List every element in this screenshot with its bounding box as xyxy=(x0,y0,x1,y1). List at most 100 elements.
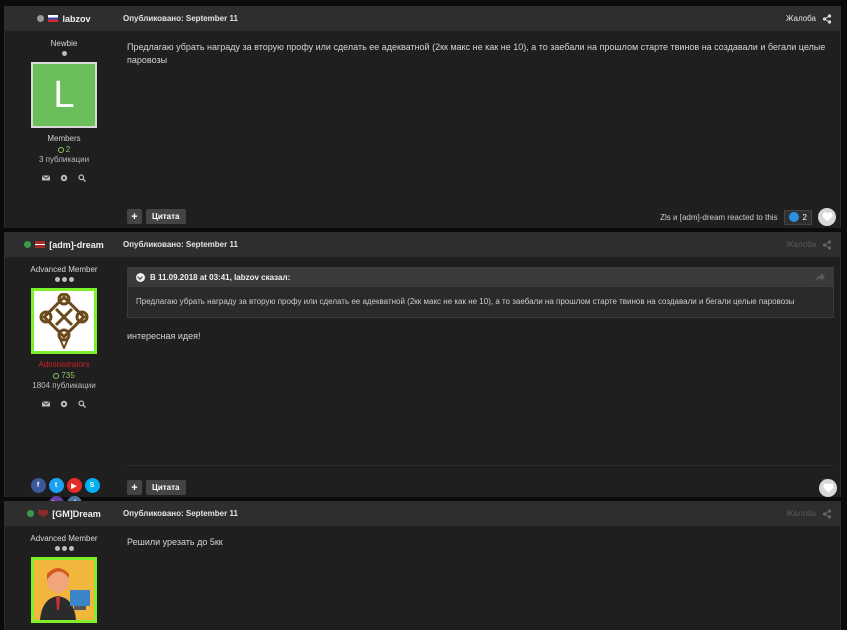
rank-pips xyxy=(61,51,67,56)
mail-icon[interactable] xyxy=(42,400,50,408)
quote-button[interactable]: Цитата xyxy=(146,480,186,495)
post-3: [GM]Dream Опубликовано: September 11 Жал… xyxy=(4,501,841,630)
share-icon[interactable] xyxy=(822,508,832,519)
rank-title: Newbie xyxy=(50,39,78,48)
flag-icon xyxy=(35,241,46,248)
reputation-icon xyxy=(57,146,64,153)
rank-pips xyxy=(54,277,74,282)
post-actions: Жалоба xyxy=(786,6,832,31)
heart-icon xyxy=(822,483,834,493)
mail-icon[interactable] xyxy=(42,174,50,182)
quote-block: В 11.09.2018 at 03:41, labzov сказал: Пр… xyxy=(127,267,834,318)
post-controls: + Цитата xyxy=(127,480,186,495)
online-status-icon xyxy=(27,510,35,517)
rank-pip xyxy=(61,277,67,282)
report-link[interactable]: Жалоба xyxy=(786,14,816,23)
author-sidebar: Newbie L Members 2 3 публикации xyxy=(5,31,123,228)
rank-pip xyxy=(54,277,60,282)
reputation: 2 xyxy=(57,145,71,154)
member-group: Administrators xyxy=(38,360,90,369)
author-sidebar: Advanced Member xyxy=(5,526,123,630)
rank-title: Advanced Member xyxy=(30,265,98,274)
rank-pips xyxy=(54,546,74,551)
post-actions: Жалоба xyxy=(786,232,832,257)
post-content: Решили урезать до 5кк xyxy=(123,526,840,630)
flag-icon xyxy=(38,510,49,517)
reputation-value: 735 xyxy=(61,371,75,380)
author-tools xyxy=(42,174,86,182)
author-sidebar: Advanced Member Administrators 735 1804 … xyxy=(5,257,123,497)
post-count: 1804 публикации xyxy=(32,381,96,390)
like-button[interactable] xyxy=(819,479,837,497)
post-date: Опубликовано: September 11 xyxy=(123,14,238,23)
post-header: [adm]-dream Опубликовано: September 11 Ж… xyxy=(5,232,840,257)
rank-title: Advanced Member xyxy=(30,534,98,543)
quote-text: Предлагаю убрать награду за вторую профу… xyxy=(136,297,795,306)
skype-icon[interactable]: S xyxy=(84,478,100,493)
reaction-count-badge[interactable]: 2 xyxy=(783,209,812,225)
reaction-count: 2 xyxy=(802,212,807,222)
online-status-icon xyxy=(37,15,45,22)
post-controls: + Цитата xyxy=(127,209,186,224)
reactions-text[interactable]: Zls и [adm]-dream reacted to this xyxy=(660,213,777,222)
post-actions: Жалоба xyxy=(786,501,832,526)
reputation-icon xyxy=(53,372,60,379)
post-date: Опубликовано: September 11 xyxy=(123,509,238,518)
post-text: Предлагаю убрать награду за вторую профу… xyxy=(127,42,826,65)
settings-icon[interactable] xyxy=(60,174,68,182)
search-icon[interactable] xyxy=(78,400,86,408)
member-group: Members xyxy=(47,134,81,143)
celtic-knot-avatar-icon xyxy=(39,293,89,349)
rank-pip xyxy=(61,51,67,56)
online-status-icon xyxy=(24,241,32,248)
report-link[interactable]: Жалоба xyxy=(786,240,816,249)
youtube-icon[interactable]: ▶ xyxy=(66,478,82,493)
share-icon[interactable] xyxy=(822,239,832,250)
avatar[interactable] xyxy=(31,288,97,354)
person-avatar-icon xyxy=(34,560,94,620)
report-link[interactable]: Жалоба xyxy=(786,509,816,518)
search-icon[interactable] xyxy=(78,174,86,182)
post-body: Newbie L Members 2 3 публикации Предлага… xyxy=(5,31,840,228)
quote-header[interactable]: В 11.09.2018 at 03:41, labzov сказал: xyxy=(128,268,833,287)
post-count: 3 публикации xyxy=(38,155,90,164)
author-tools xyxy=(42,400,86,408)
post-header: labzov Опубликовано: September 11 Жалоба xyxy=(5,6,840,31)
share-icon[interactable] xyxy=(822,13,832,24)
like-button[interactable] xyxy=(818,208,836,226)
post-text: интересная идея! xyxy=(127,331,201,341)
heart-icon xyxy=(821,212,833,222)
settings-icon[interactable] xyxy=(60,400,68,408)
multiquote-button[interactable]: + xyxy=(127,209,142,224)
post-body: Advanced Member Administrators 735 1804 … xyxy=(5,257,840,511)
flag-icon xyxy=(48,15,59,22)
facebook-icon[interactable]: f xyxy=(30,478,46,493)
rank-pip xyxy=(68,546,74,551)
author[interactable]: [GM]Dream xyxy=(5,509,123,519)
author-name[interactable]: [adm]-dream xyxy=(49,240,104,250)
rank-pip xyxy=(68,277,74,282)
reputation-value: 2 xyxy=(65,145,71,154)
reputation: 735 xyxy=(53,371,75,380)
author[interactable]: [adm]-dream xyxy=(5,240,123,250)
rank-pip xyxy=(61,546,67,551)
twitter-icon[interactable]: t xyxy=(48,478,64,493)
share-arrow-icon[interactable] xyxy=(815,273,825,282)
post-1: labzov Опубликовано: September 11 Жалоба… xyxy=(4,6,841,228)
multiquote-button[interactable]: + xyxy=(127,480,142,495)
post-body: Advanced Member Решили урезать до 5кк xyxy=(5,526,840,630)
rank-pip xyxy=(54,546,60,551)
quote-citation: В 11.09.2018 at 03:41, labzov сказал: xyxy=(150,273,291,282)
author-name[interactable]: [GM]Dream xyxy=(52,509,101,519)
author-name[interactable]: labzov xyxy=(62,14,90,24)
post-2: [adm]-dream Опубликовано: September 11 Ж… xyxy=(4,232,841,511)
quote-button[interactable]: Цитата xyxy=(146,209,186,224)
like-reaction-icon xyxy=(788,212,799,222)
author[interactable]: labzov xyxy=(5,14,123,24)
post-text: Решили урезать до 5кк xyxy=(127,537,223,547)
post-date: Опубликовано: September 11 xyxy=(123,240,238,249)
avatar[interactable] xyxy=(31,557,97,623)
post-header: [GM]Dream Опубликовано: September 11 Жал… xyxy=(5,501,840,526)
post-content: В 11.09.2018 at 03:41, labzov сказал: Пр… xyxy=(123,257,840,497)
avatar[interactable]: L xyxy=(31,62,97,128)
